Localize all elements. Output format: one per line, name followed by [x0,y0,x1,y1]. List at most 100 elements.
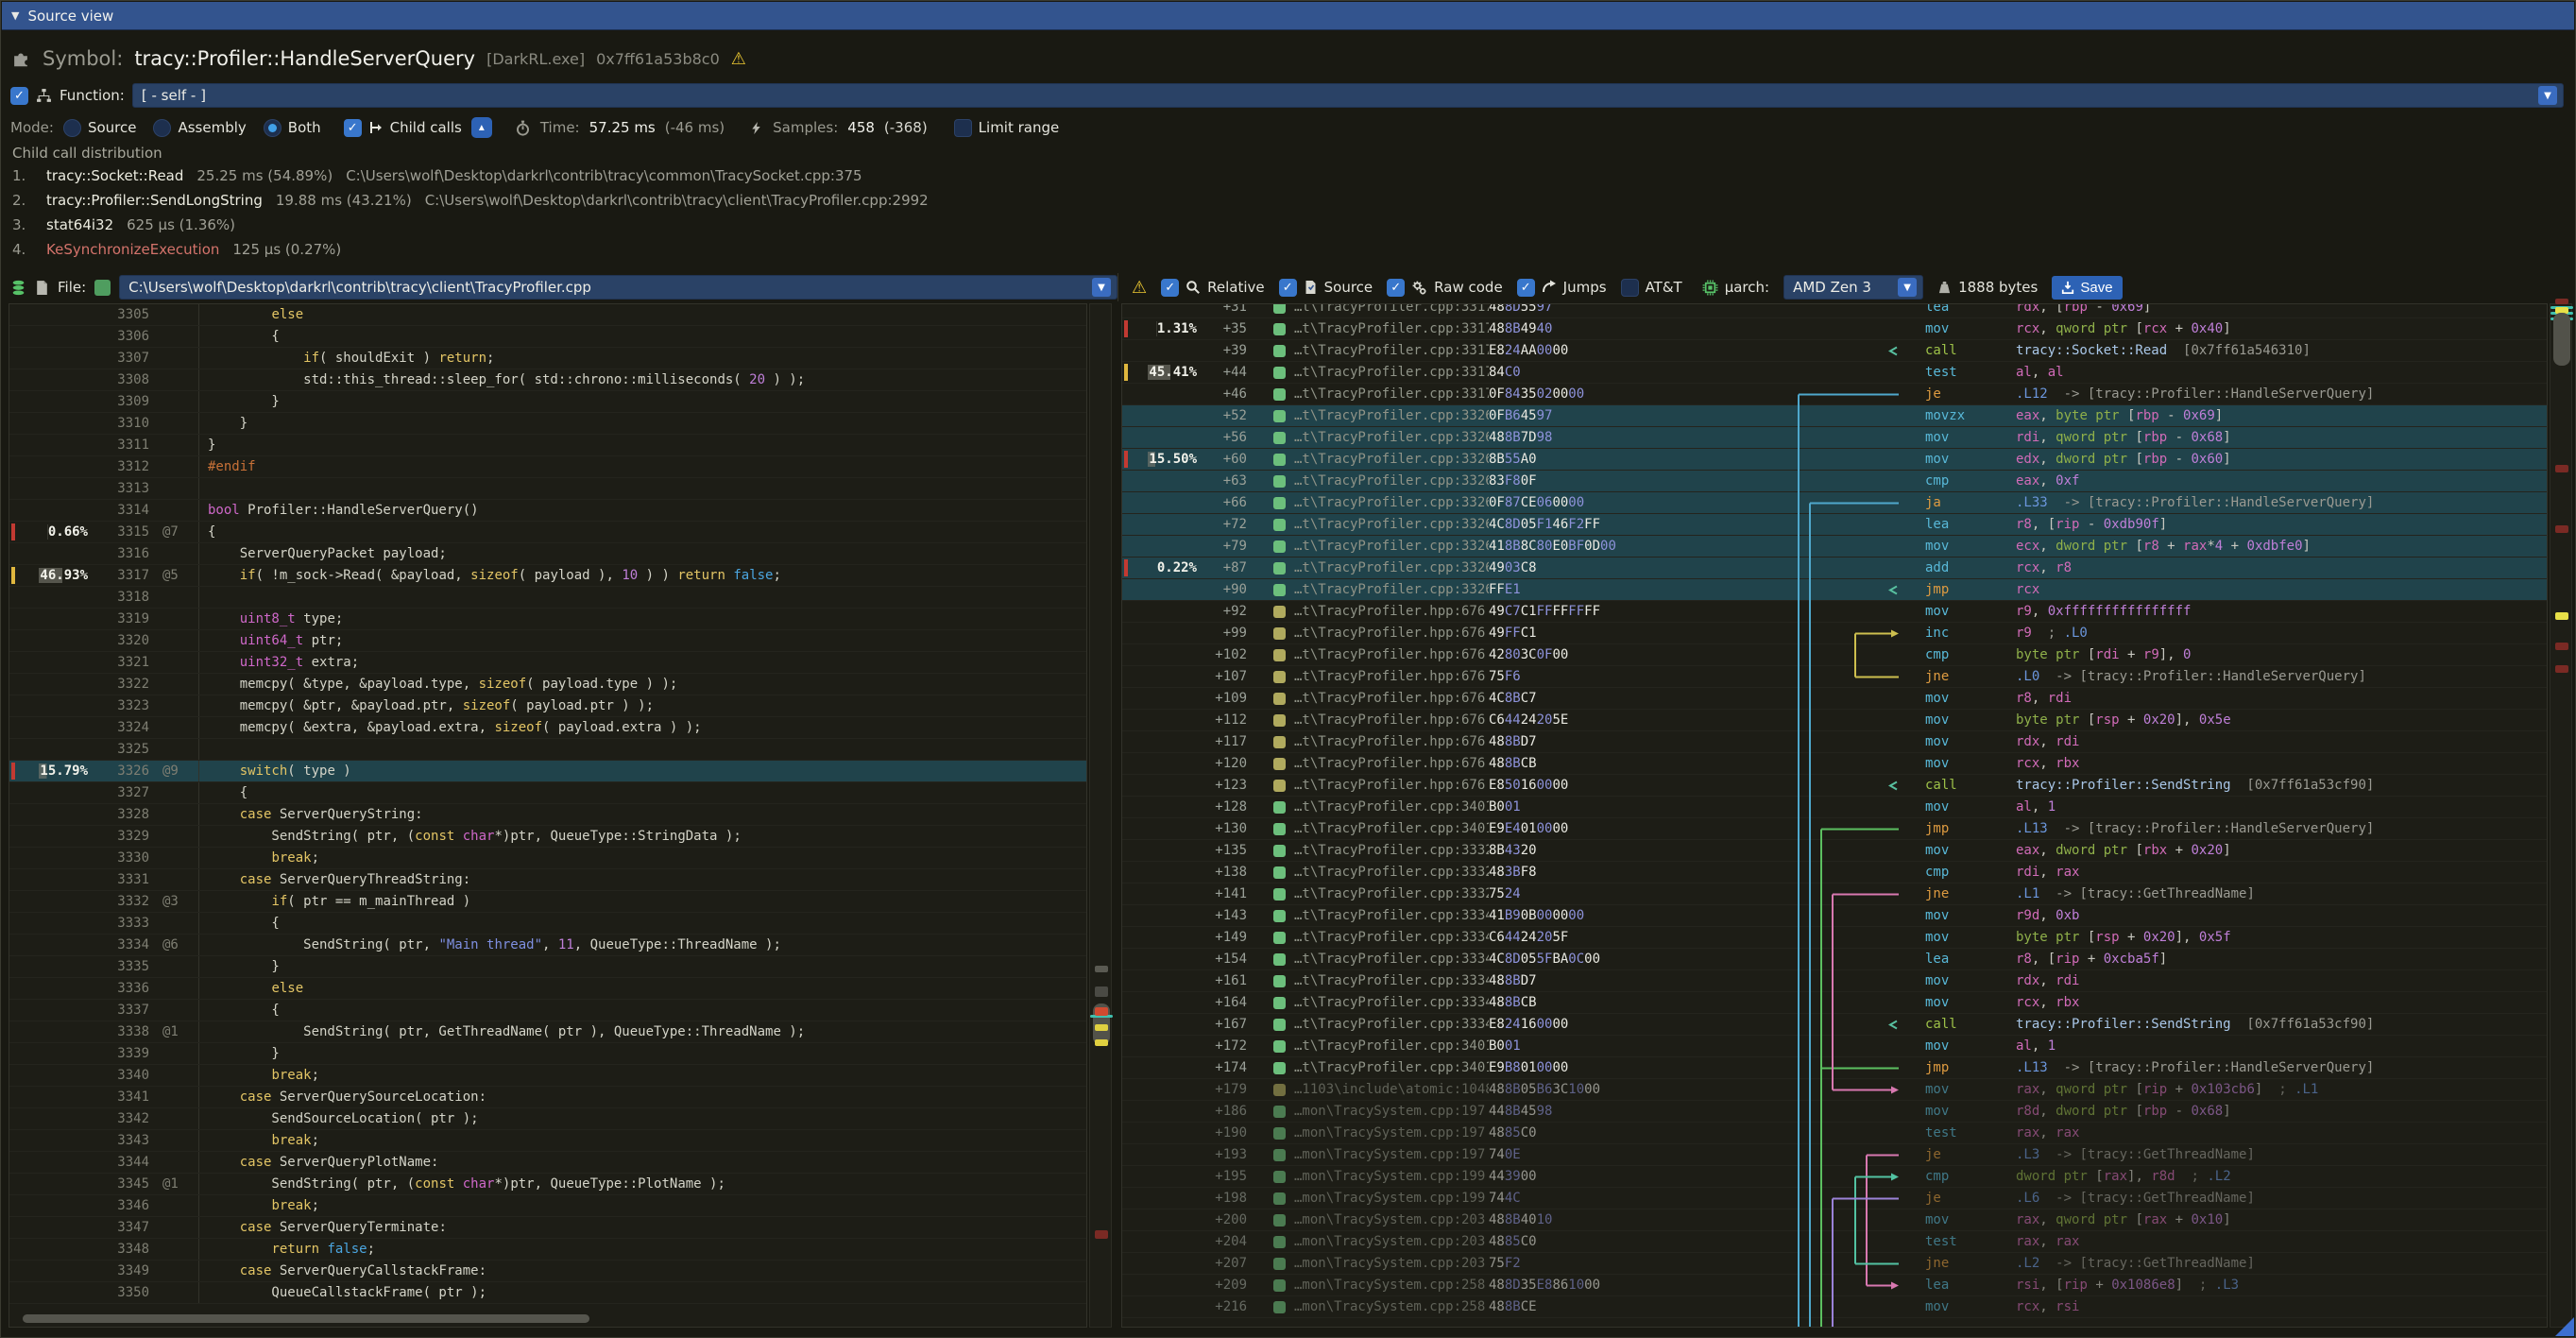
source-line[interactable]: 3347 case ServerQueryTerminate: [9,1217,1086,1239]
asm-row[interactable]: +117…t\TracyProfiler.hpp:676488BD7movrdx… [1122,731,2547,753]
source-line[interactable]: 3329 SendString( ptr, (const char*)ptr, … [9,826,1086,848]
asm-row[interactable]: +90…t\TracyProfiler.cpp:3326FFE1jmprcx [1122,579,2547,601]
source-line[interactable]: 3345@1 SendString( ptr, (const char*)ptr… [9,1174,1086,1195]
asm-row[interactable]: +216…mon\TracySystem.cpp:258488BCEmovrcx… [1122,1296,2547,1318]
assembly-scroll-thumb[interactable] [2553,313,2570,366]
source-line[interactable]: 3325 [9,739,1086,761]
asm-row[interactable]: +99…t\TracyProfiler.hpp:67649FFC1incr9 ;… [1122,623,2547,644]
source-line[interactable]: 3321 uint32_t extra; [9,652,1086,674]
source-line[interactable]: 3348 return false; [9,1239,1086,1261]
asm-row[interactable]: +135…t\TracyProfiler.cpp:33328B4320movea… [1122,840,2547,862]
source-vscrollbar[interactable] [1089,303,1112,1328]
source-line[interactable]: 3333 { [9,913,1086,935]
source-line[interactable]: 3337 { [9,1000,1086,1021]
source-line[interactable]: 3324 memcpy( &extra, &payload.extra, siz… [9,717,1086,739]
source-line[interactable]: 3334@6 SendString( ptr, "Main thread", 1… [9,935,1086,956]
asm-row[interactable]: +72…t\TracyProfiler.cpp:33264C8D05F146F2… [1122,514,2547,536]
source-checkbox[interactable]: ✓ Source [1279,279,1373,297]
source-line[interactable]: 3312#endif [9,456,1086,478]
chevron-down-icon[interactable]: ▼ [1092,278,1111,297]
asm-row[interactable]: +107…t\TracyProfiler.hpp:67675F6jne.L0 -… [1122,666,2547,688]
mode-radio-both[interactable]: Both [264,119,321,137]
chevron-down-icon[interactable]: ▼ [2538,86,2557,105]
source-line[interactable]: 3306 { [9,326,1086,348]
source-line[interactable]: 15.79%3326@9 switch( type ) [9,761,1086,782]
asm-row[interactable]: +193…mon\TracySystem.cpp:197740Eje.L3 ->… [1122,1144,2547,1166]
source-pane[interactable]: 3305 else3306 {3307 if( shouldExit ) ret… [9,303,1087,1328]
child-calls-checkbox[interactable]: ✓ Child calls [344,119,462,137]
save-button[interactable]: Save [2052,276,2122,300]
source-line[interactable]: 3318 [9,587,1086,609]
source-line[interactable]: 3310 } [9,413,1086,435]
asm-row[interactable]: +112…t\TracyProfiler.hpp:676C64424205Emo… [1122,710,2547,731]
child-call-item[interactable]: 4.KeSynchronizeExecution125 µs (0.27%) [12,241,2564,266]
source-line[interactable]: 3311} [9,435,1086,456]
source-line[interactable]: 3335 } [9,956,1086,978]
asm-row[interactable]: +120…t\TracyProfiler.hpp:676488BCBmovrcx… [1122,753,2547,775]
asm-row[interactable]: +179…1103\include\atomic:1048488B05B63C1… [1122,1079,2547,1101]
asm-row[interactable]: +92…t\TracyProfiler.hpp:67649C7C1FFFFFFF… [1122,601,2547,623]
source-line[interactable]: 3341 case ServerQuerySourceLocation: [9,1087,1086,1108]
asm-row[interactable]: +66…t\TracyProfiler.cpp:33260F87CE060000… [1122,492,2547,514]
source-line[interactable]: 3340 break; [9,1065,1086,1087]
source-line[interactable]: 3313 [9,478,1086,500]
asm-row[interactable]: +46…t\TracyProfiler.cpp:33170F8435020000… [1122,384,2547,405]
asm-row[interactable]: +164…t\TracyProfiler.cpp:3334488BCBmovrc… [1122,992,2547,1014]
source-line[interactable]: 3307 if( shouldExit ) return; [9,348,1086,369]
asm-row[interactable]: +161…t\TracyProfiler.cpp:3334488BD7movrd… [1122,970,2547,992]
source-line[interactable]: 3320 uint64_t ptr; [9,630,1086,652]
collapse-icon[interactable]: ▼ [11,9,19,22]
source-line[interactable]: 3336 else [9,978,1086,1000]
assembly-pane[interactable]: +31…t\TracyProfiler.cpp:3317488D5597lear… [1121,303,2548,1328]
source-line[interactable]: 3331 case ServerQueryThreadString: [9,869,1086,891]
asm-row[interactable]: +154…t\TracyProfiler.cpp:33344C8D055FBA0… [1122,949,2547,970]
source-line[interactable]: 3342 SendSourceLocation( ptr ); [9,1108,1086,1130]
asm-row[interactable]: +209…mon\TracySystem.cpp:258488D35E88610… [1122,1275,2547,1296]
asm-row[interactable]: +141…t\TracyProfiler.cpp:33327524jne.L1 … [1122,883,2547,905]
asm-row[interactable]: +200…mon\TracySystem.cpp:203488B4010movr… [1122,1209,2547,1231]
asm-row[interactable]: +207…mon\TracySystem.cpp:20375F2jne.L2 -… [1122,1253,2547,1275]
asm-row[interactable]: +56…t\TracyProfiler.cpp:3326488B7D98movr… [1122,427,2547,449]
asm-row[interactable]: +138…t\TracyProfiler.cpp:3332483BF8cmprd… [1122,862,2547,883]
relative-checkbox[interactable]: ✓ Relative [1161,279,1265,297]
asm-row[interactable]: +128…t\TracyProfiler.cpp:3401B001moval, … [1122,797,2547,818]
asm-row[interactable]: +190…mon\TracySystem.cpp:1974885C0testra… [1122,1123,2547,1144]
asm-row[interactable]: 15.50%+60…t\TracyProfiler.cpp:33268B55A0… [1122,449,2547,471]
source-line[interactable]: 3305 else [9,304,1086,326]
resize-grip[interactable] [2555,1317,2574,1336]
source-line[interactable]: 3332@3 if( ptr == m_mainThread ) [9,891,1086,913]
mode-radio-assembly[interactable]: Assembly [153,119,246,137]
asm-row[interactable]: +130…t\TracyProfiler.cpp:3401E9E4010000j… [1122,818,2547,840]
source-line[interactable]: 3322 memcpy( &type, &payload.type, sizeo… [9,674,1086,695]
asm-row[interactable]: +198…mon\TracySystem.cpp:199744Cje.L6 ->… [1122,1188,2547,1209]
function-select[interactable]: [ - self - ] ▼ [132,83,2564,108]
asm-row[interactable]: +123…t\TracyProfiler.hpp:676E850160000ca… [1122,775,2547,797]
source-hscrollbar-thumb[interactable] [23,1314,589,1323]
source-line[interactable]: 3328 case ServerQueryString: [9,804,1086,826]
asm-row[interactable]: +195…mon\TracySystem.cpp:199443900cmpdwo… [1122,1166,2547,1188]
source-line[interactable]: 3319 uint8_t type; [9,609,1086,630]
file-select[interactable]: C:\Users\wolf\Desktop\darkrl\contrib\tra… [119,275,1117,300]
source-line[interactable]: 3349 case ServerQueryCallstackFrame: [9,1261,1086,1282]
asm-row[interactable]: +172…t\TracyProfiler.cpp:3401B001moval, … [1122,1036,2547,1057]
asm-row[interactable]: +167…t\TracyProfiler.cpp:3334E824160000c… [1122,1014,2547,1036]
source-line[interactable]: 3327 { [9,782,1086,804]
mode-radio-source[interactable]: Source [63,119,137,137]
source-line[interactable]: 3339 } [9,1043,1086,1065]
asm-row[interactable]: +204…mon\TracySystem.cpp:2034885C0testra… [1122,1231,2547,1253]
child-call-item[interactable]: 3.stat64i32625 µs (1.36%) [12,216,2564,241]
att-checkbox[interactable]: AT&T [1621,279,1682,297]
source-line[interactable]: 3316 ServerQueryPacket payload; [9,543,1086,565]
asm-row[interactable]: +186…mon\TracySystem.cpp:197448B4598movr… [1122,1101,2547,1123]
collapse-child-calls-button[interactable]: ▲ [471,117,492,138]
child-call-item[interactable]: 2.tracy::Profiler::SendLongString19.88 m… [12,192,2564,216]
child-call-item[interactable]: 1.tracy::Socket::Read25.25 ms (54.89%)C:… [12,167,2564,192]
assembly-vscrollbar[interactable] [2550,303,2572,1328]
asm-row[interactable]: 1.31%+35…t\TracyProfiler.cpp:3317488B494… [1122,318,2547,340]
asm-row[interactable]: +143…t\TracyProfiler.cpp:333441B90B00000… [1122,905,2547,927]
source-line[interactable]: 3346 break; [9,1195,1086,1217]
asm-row[interactable]: +63…t\TracyProfiler.cpp:332683F80Fcmpeax… [1122,471,2547,492]
titlebar[interactable]: ▼ Source view [2,2,2574,30]
source-line[interactable]: 3314bool Profiler::HandleServerQuery() [9,500,1086,522]
source-line[interactable]: 3338@1 SendString( ptr, GetThreadName( p… [9,1021,1086,1043]
